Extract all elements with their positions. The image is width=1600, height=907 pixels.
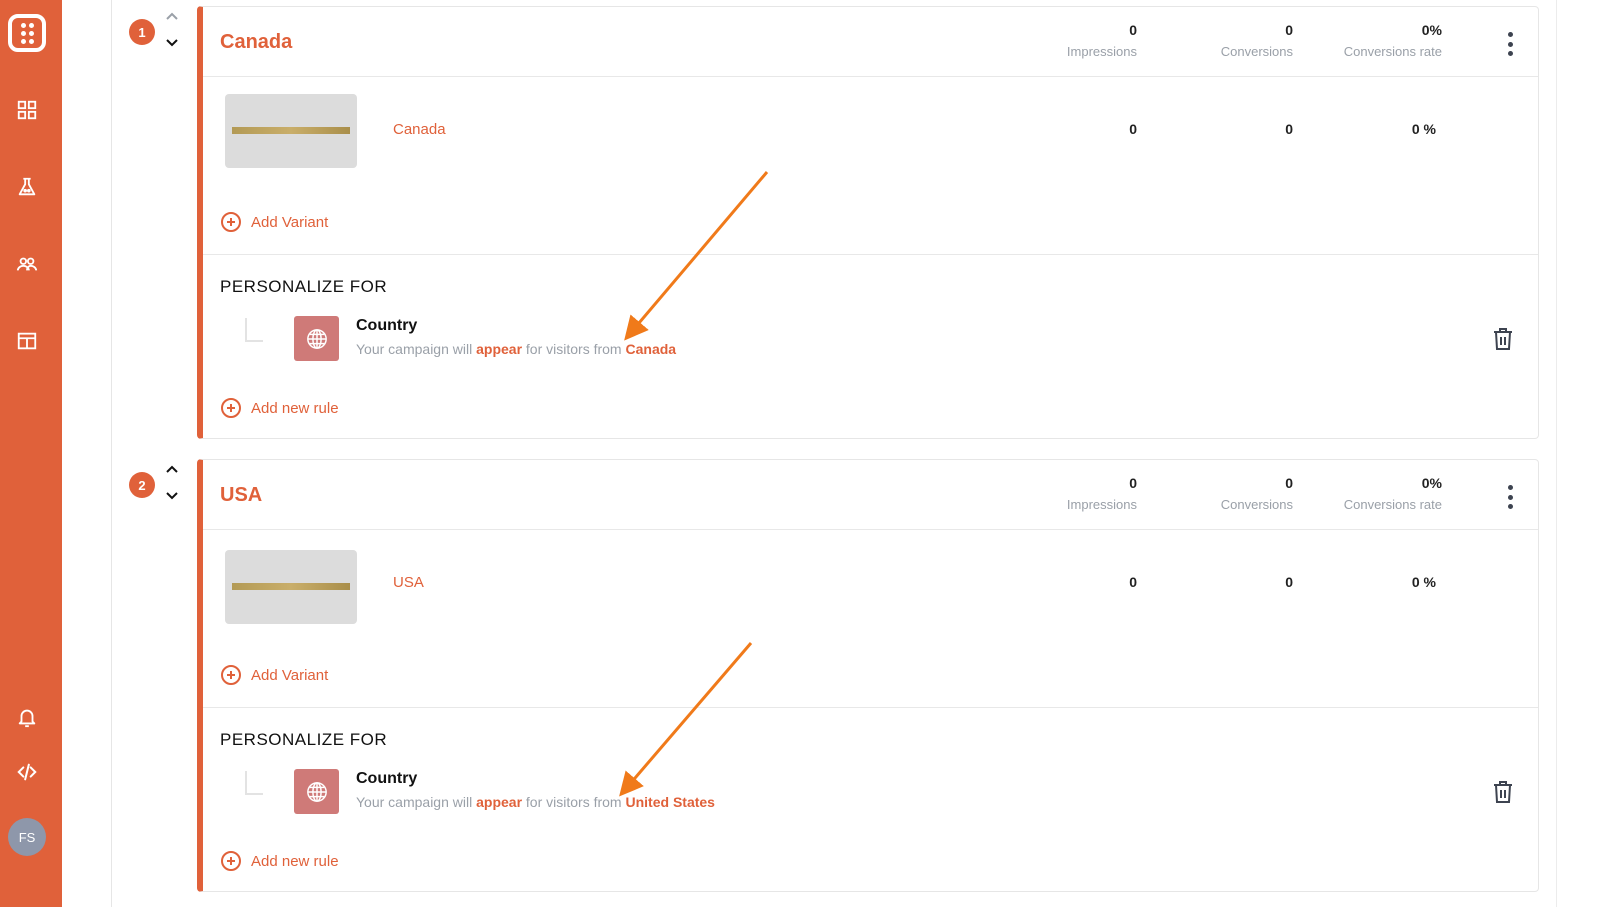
stat-label: Conversions rate: [1343, 44, 1442, 59]
variant-thumbnail[interactable]: [225, 94, 357, 168]
layout-template-icon: [17, 332, 37, 350]
rule-description: Your campaign will appear for visitors f…: [356, 794, 715, 810]
more-options-icon[interactable]: [1508, 32, 1514, 56]
stat-value: 0: [1129, 475, 1137, 491]
add-variant-label: Add Variant: [251, 213, 329, 231]
move-up-icon[interactable]: [165, 11, 179, 23]
sidebar-item-audiences[interactable]: [16, 253, 38, 275]
campaign-title[interactable]: USA: [220, 484, 262, 507]
variant-name[interactable]: Canada: [393, 121, 446, 138]
rule-title[interactable]: Country: [356, 770, 417, 788]
stat-conversions: 0 Conversions: [1221, 475, 1293, 512]
tree-connector: [245, 771, 263, 795]
globe-icon: [306, 328, 327, 349]
add-rule-button[interactable]: Add new rule: [221, 851, 339, 871]
user-avatar[interactable]: FS: [8, 818, 46, 856]
personalize-section: PERSONALIZE FOR Country Your campaign wi…: [203, 255, 1538, 438]
stat-impressions: 0 Impressions: [1067, 475, 1137, 512]
plus-circle-icon: [221, 212, 241, 232]
add-rule-label: Add new rule: [251, 852, 339, 870]
stat-conversion-rate: 0% Conversions rate: [1344, 22, 1442, 59]
flask-experiment-icon: [18, 177, 36, 196]
move-up-icon[interactable]: [165, 464, 179, 476]
stat-label: Conversions rate: [1343, 497, 1442, 512]
stat-label: Conversions: [1220, 44, 1293, 59]
add-rule-label: Add new rule: [251, 399, 339, 417]
stat-value: 0%: [1421, 22, 1442, 38]
stat-value: 0: [1129, 22, 1137, 38]
sidebar-item-notifications[interactable]: [16, 706, 38, 728]
plus-circle-icon: [221, 665, 241, 685]
dashboard-grid-icon: [17, 100, 37, 120]
rule-value: United States: [625, 794, 715, 810]
right-divider: [1556, 0, 1557, 907]
campaign-card: USA 0 Impressions 0 Conversions 0% Conversi…: [197, 459, 1539, 892]
variant-conversions: 0: [1285, 121, 1293, 137]
more-options-icon[interactable]: [1508, 485, 1514, 509]
add-variant-label: Add Variant: [251, 666, 329, 684]
variant-conversion-rate: 0 %: [1411, 574, 1436, 590]
add-rule-button[interactable]: Add new rule: [221, 398, 339, 418]
sidebar-item-experiments[interactable]: [16, 176, 38, 198]
variant-impressions: 0: [1129, 121, 1137, 137]
campaign-title[interactable]: Canada: [220, 31, 292, 54]
stat-label: Conversions: [1220, 497, 1293, 512]
stat-value: 0: [1285, 22, 1293, 38]
stat-impressions: 0 Impressions: [1067, 22, 1137, 59]
bell-icon: [18, 709, 36, 728]
add-variant-button[interactable]: Add Variant: [221, 665, 328, 685]
content-divider: [111, 0, 112, 907]
move-down-icon[interactable]: [165, 489, 179, 501]
users-icon: [16, 257, 38, 271]
rule-value: Canada: [625, 341, 677, 357]
rule-action: appear: [476, 341, 523, 357]
sidebar-item-code[interactable]: [16, 761, 38, 783]
sidebar-item-templates[interactable]: [16, 330, 38, 352]
order-badge: 2: [129, 472, 155, 498]
variant-thumbnail[interactable]: [225, 550, 357, 624]
sidebar-item-dashboard[interactable]: [16, 99, 38, 121]
trash-icon[interactable]: [1492, 327, 1514, 351]
variant-conversions: 0: [1285, 574, 1293, 590]
stat-value: 0%: [1421, 475, 1442, 491]
stat-label: Impressions: [1066, 497, 1137, 512]
move-down-icon[interactable]: [165, 36, 179, 48]
sidebar: FS: [0, 0, 62, 907]
variant-impressions: 0: [1129, 574, 1137, 590]
globe-icon: [306, 781, 327, 802]
personalize-section: PERSONALIZE FOR Country Your campaign wi…: [203, 708, 1538, 891]
plus-circle-icon: [221, 851, 241, 871]
tree-connector: [245, 318, 263, 342]
campaign-card: Canada 0 Impressions 0 Conversions 0% Conve…: [197, 6, 1539, 439]
personalize-title: PERSONALIZE FOR: [220, 730, 388, 749]
rule-title[interactable]: Country: [356, 317, 417, 335]
stat-conversions: 0 Conversions: [1221, 22, 1293, 59]
personalize-title: PERSONALIZE FOR: [220, 277, 388, 296]
variant-row: Canada 0 0 0 % Add Variant: [203, 77, 1538, 255]
campaign-header: Canada 0 Impressions 0 Conversions 0% Conve…: [203, 7, 1538, 77]
rule-icon: [294, 769, 339, 814]
code-icon: [17, 763, 37, 781]
order-badge: 1: [129, 19, 155, 45]
stat-label: Impressions: [1066, 44, 1137, 59]
add-variant-button[interactable]: Add Variant: [221, 212, 328, 232]
app-logo[interactable]: [8, 14, 46, 52]
dice-logo-icon: [20, 22, 34, 44]
rule-icon: [294, 316, 339, 361]
stat-conversion-rate: 0% Conversions rate: [1344, 475, 1442, 512]
stat-value: 0: [1285, 475, 1293, 491]
trash-icon[interactable]: [1492, 780, 1514, 804]
rule-description: Your campaign will appear for visitors f…: [356, 341, 677, 357]
plus-circle-icon: [221, 398, 241, 418]
variant-conversion-rate: 0 %: [1411, 121, 1436, 137]
variant-name[interactable]: USA: [393, 574, 424, 591]
variant-row: USA 0 0 0 % Add Variant: [203, 530, 1538, 708]
campaign-header: USA 0 Impressions 0 Conversions 0% Conversi…: [203, 460, 1538, 530]
rule-action: appear: [476, 794, 523, 810]
